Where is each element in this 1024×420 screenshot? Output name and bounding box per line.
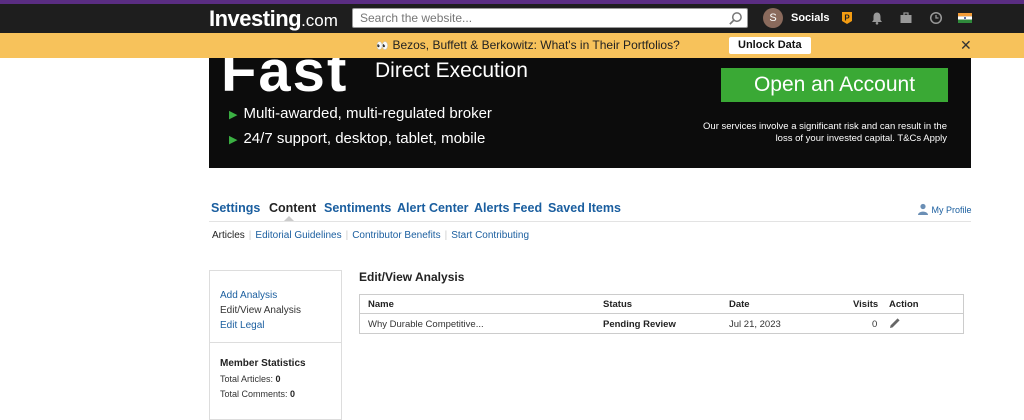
banner-bullet-2: ▶ 24/7 support, desktop, tablet, mobile: [229, 130, 485, 147]
clock-icon[interactable]: [929, 11, 943, 25]
promo-message[interactable]: 👀 Bezos, Buffett & Berkowitz: What's in T…: [376, 33, 680, 59]
site-logo[interactable]: Investing.com: [209, 4, 338, 35]
search-input[interactable]: [353, 9, 713, 27]
ad-banner[interactable]: Fast Direct Execution ▶ Multi-awarded, mu…: [209, 58, 971, 168]
total-comments-value: 0: [290, 389, 296, 399]
risk-disclaimer: Our services involve a significant risk …: [703, 121, 947, 144]
briefcase-icon[interactable]: [899, 11, 913, 25]
bell-icon[interactable]: [870, 11, 884, 25]
total-articles-label: Total Articles:: [220, 374, 274, 384]
column-header-status[interactable]: Status: [603, 299, 632, 310]
subtab-contributor-benefits[interactable]: Contributor Benefits: [348, 230, 444, 241]
row-visits: 0: [872, 319, 878, 330]
member-statistics-title: Member Statistics: [220, 358, 306, 369]
close-icon[interactable]: ✕: [960, 33, 972, 57]
banner-headline: Direct Execution: [375, 59, 528, 82]
my-profile-link[interactable]: My Profile: [917, 203, 972, 215]
tabs-divider: [209, 221, 971, 222]
banner-big-word: Fast: [221, 58, 349, 104]
total-comments-stat: Total Comments: 0: [220, 389, 295, 399]
pencil-icon[interactable]: [889, 317, 901, 329]
user-icon: [918, 203, 928, 215]
row-status: Pending Review: [603, 319, 676, 330]
banner-bullet-2-text: 24/7 support, desktop, tablet, mobile: [243, 130, 486, 147]
analysis-sidebar: Add Analysis Edit/View Analysis Edit Leg…: [209, 270, 342, 420]
open-account-button[interactable]: Open an Account: [721, 68, 948, 102]
column-header-visits[interactable]: Visits: [853, 299, 878, 310]
row-date: Jul 21, 2023: [729, 319, 781, 330]
tab-settings[interactable]: Settings: [211, 201, 260, 215]
logo-main-text: Investing: [209, 6, 302, 31]
analysis-table: Name Status Date Visits Action Why Durab…: [359, 294, 964, 334]
triangle-bullet-icon: ▶: [229, 134, 238, 146]
total-comments-label: Total Comments:: [220, 389, 288, 399]
banner-bullet-1-text: Multi-awarded, multi-regulated broker: [243, 105, 492, 122]
promo-bar: 👀 Bezos, Buffett & Berkowitz: What's in T…: [0, 33, 1024, 58]
page-title: Edit/View Analysis: [359, 270, 465, 284]
logo-suffix-text: .com: [301, 11, 338, 30]
content-subtabs: Articles | Editorial Guidelines | Contributo…: [212, 230, 533, 241]
p-badge-icon[interactable]: P: [840, 11, 854, 25]
unlock-data-button[interactable]: Unlock Data: [729, 37, 811, 54]
user-name[interactable]: Socials: [791, 4, 830, 33]
eyes-icon: 👀: [376, 41, 389, 52]
svg-text:P: P: [844, 14, 850, 23]
subtab-start-contributing[interactable]: Start Contributing: [447, 230, 533, 241]
tab-sentiments[interactable]: Sentiments: [324, 201, 391, 215]
column-header-date[interactable]: Date: [729, 299, 750, 310]
total-articles-value: 0: [275, 374, 281, 384]
column-header-action: Action: [889, 299, 919, 310]
tab-content[interactable]: Content: [269, 201, 316, 215]
row-name-link[interactable]: Why Durable Competitive...: [368, 319, 484, 330]
tab-saved-items[interactable]: Saved Items: [548, 201, 621, 215]
my-profile-label: My Profile: [931, 205, 972, 215]
top-navigation-bar: Investing.com S Socials P: [0, 4, 1024, 33]
avatar[interactable]: S: [763, 8, 783, 28]
tab-alert-center[interactable]: Alert Center: [397, 201, 469, 215]
india-flag-icon[interactable]: [958, 13, 972, 23]
sidebar-item-add-analysis[interactable]: Add Analysis: [220, 290, 277, 301]
subtab-articles[interactable]: Articles: [212, 230, 249, 241]
column-header-name[interactable]: Name: [368, 299, 394, 310]
table-header: Name Status Date Visits Action: [360, 295, 963, 314]
total-articles-stat: Total Articles: 0: [220, 374, 281, 384]
sidebar-item-edit-legal[interactable]: Edit Legal: [220, 320, 264, 331]
triangle-bullet-icon: ▶: [229, 109, 238, 121]
banner-bullet-1: ▶ Multi-awarded, multi-regulated broker: [229, 105, 492, 122]
sidebar-divider: [210, 342, 341, 343]
subtab-editorial-guidelines[interactable]: Editorial Guidelines: [251, 230, 345, 241]
tab-alerts-feed[interactable]: Alerts Feed: [474, 201, 542, 215]
search-icon[interactable]: [728, 11, 743, 26]
sidebar-item-edit-view-analysis[interactable]: Edit/View Analysis: [220, 305, 301, 316]
search-box: [352, 8, 748, 28]
promo-text: Bezos, Buffett & Berkowitz: What's in Th…: [392, 38, 680, 52]
